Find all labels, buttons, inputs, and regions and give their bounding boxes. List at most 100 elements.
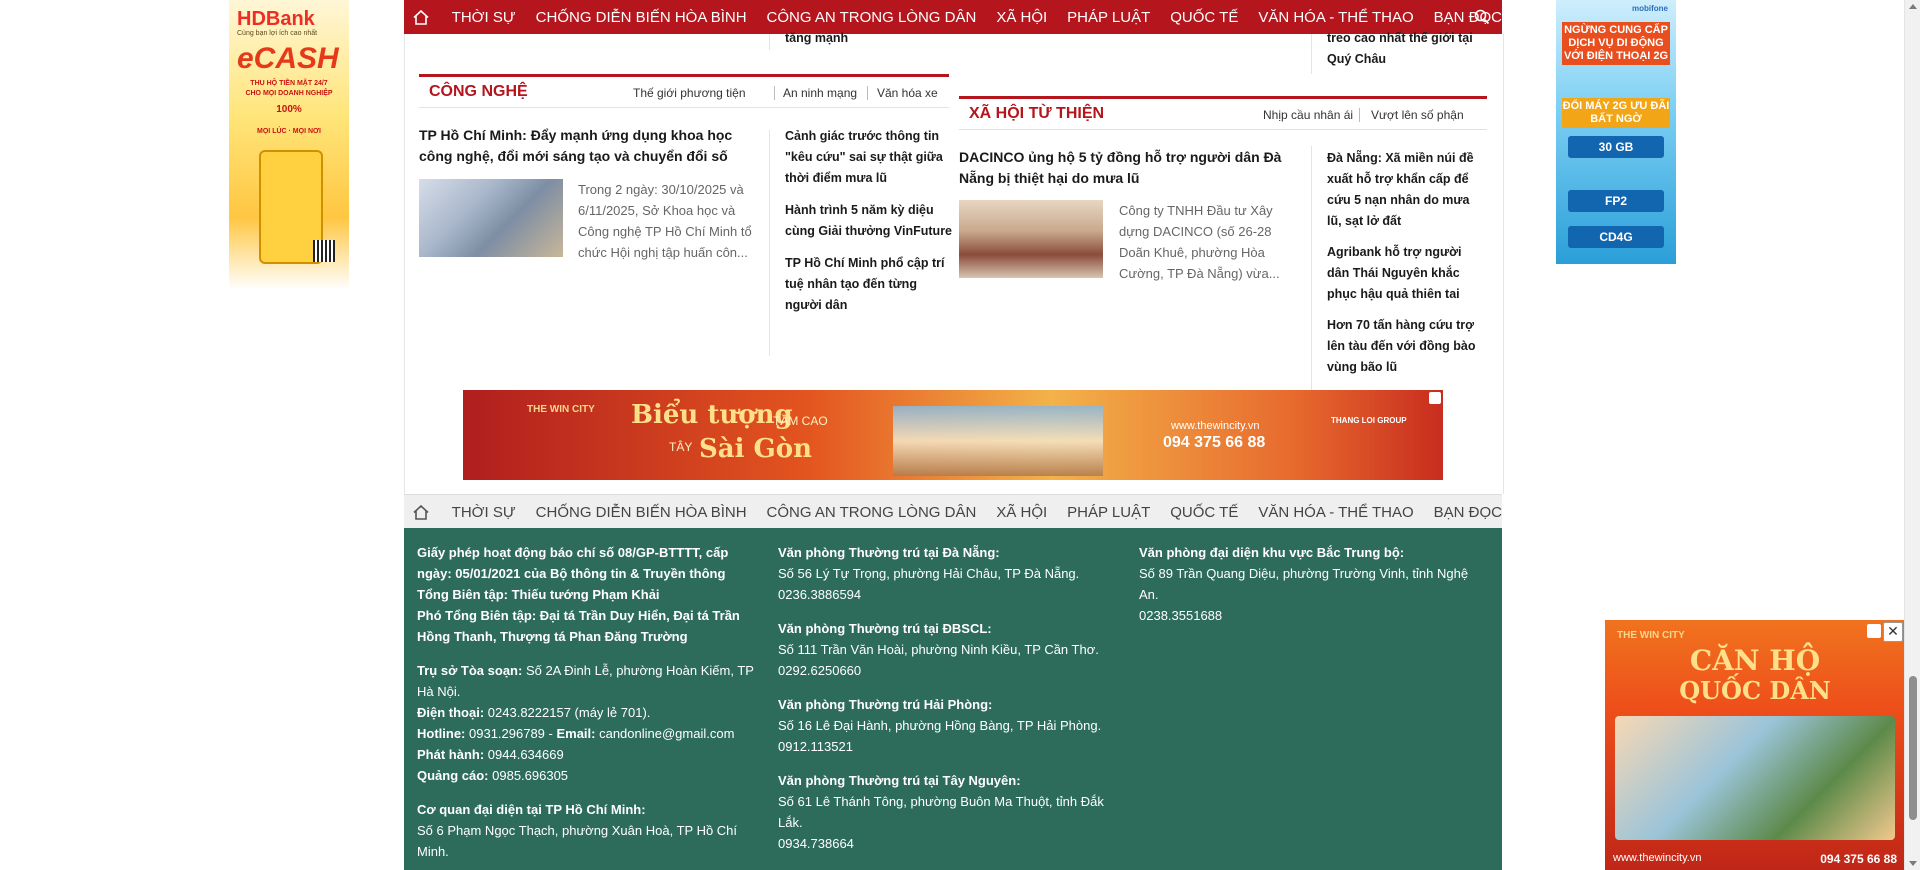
scroll-up-icon[interactable] — [1909, 4, 1917, 9]
nav-item-van-hoa[interactable]: VĂN HÓA - THỂ THAO — [1258, 9, 1413, 26]
footer-col-offices: Văn phòng Thường trú tại Đà Nẵng: Số 56 … — [778, 542, 1123, 854]
article-link[interactable]: Cảnh giác trước thông tin "kêu cứu" sai … — [785, 126, 945, 189]
nav-item-thoi-su[interactable]: THỜI SỰ — [452, 504, 516, 521]
ad-headline: QUỐC DÂN — [1679, 676, 1831, 705]
nav-item-ban-doc[interactable]: BẠN ĐỌC — [1434, 9, 1502, 26]
divider — [1359, 108, 1360, 122]
office-address: Số 89 Trần Quang Diệu, phường Trường Vin… — [1139, 566, 1469, 602]
home-icon[interactable] — [410, 495, 432, 529]
adchoices-icon[interactable] — [1429, 392, 1441, 404]
article-link[interactable]: Đà Nẵng: Xã miền núi đề xuất hỗ trợ khẩn… — [1327, 148, 1487, 232]
ad-slogan-small: TẦM CAO — [773, 414, 828, 428]
qr-code-icon — [313, 240, 335, 262]
article-thumbnail[interactable] — [959, 200, 1103, 278]
hdbank-ad[interactable]: HDBank Cùng bạn lợi ích cao nhất eCASH T… — [229, 0, 349, 290]
office-title: Văn phòng Thường trú Hải Phòng: — [778, 697, 993, 712]
nav-item-thoi-su[interactable]: THỜI SỰ — [452, 9, 516, 26]
footer-col-main: Giấy phép hoạt động báo chí số 08/GP-BTT… — [417, 542, 762, 862]
ad-slogan-small: TÂY — [669, 440, 693, 454]
subcategory-link[interactable]: An ninh mạng — [783, 86, 857, 100]
footer-label: Quảng cáo: — [417, 768, 489, 783]
close-icon[interactable]: ✕ — [1883, 622, 1903, 642]
footer-col-north-central: Văn phòng đại diện khu vực Bắc Trung bộ:… — [1139, 542, 1484, 626]
ad-plan: FP2 — [1568, 190, 1664, 212]
footer-hotline: Hotline: 0931.296789 - Email: candonline… — [417, 723, 762, 744]
section-title[interactable]: CÔNG NGHỆ — [429, 83, 528, 101]
article-link[interactable]: treo cao nhất thế giới tại Quý Châu — [1327, 28, 1487, 70]
office-address: Số 61 Lê Thánh Tông, phường Buôn Ma Thuộ… — [778, 794, 1104, 830]
nav-item-xa-hoi[interactable]: XÃ HỘI — [996, 504, 1047, 521]
family-image — [1615, 716, 1895, 840]
nav-item-xa-hoi[interactable]: XÃ HỘI — [996, 9, 1047, 26]
ad-logo: THE WIN CITY — [527, 404, 595, 415]
site-footer: Giấy phép hoạt động báo chí số 08/GP-BTT… — [404, 528, 1502, 870]
ad-line: THU HỘ TIỀN MẶT 24/7 — [250, 80, 328, 87]
ad-group: THANG LOI GROUP — [1331, 416, 1407, 425]
home-icon[interactable] — [410, 0, 432, 34]
mobifone-ad[interactable]: mobifone NGỪNG CUNG CẤP DỊCH VỤ DI ĐỘNG … — [1556, 0, 1676, 264]
nav-item-quoc-te[interactable]: QUỐC TẾ — [1170, 504, 1238, 521]
section-title[interactable]: XÃ HỘI TỪ THIỆN — [969, 105, 1104, 123]
nav-item-chong-dien-bien[interactable]: CHỐNG DIỄN BIẾN HÒA BÌNH — [536, 9, 747, 26]
article-thumbnail[interactable] — [419, 179, 563, 257]
footer-value: 0243.8222157 (máy lẻ 701). — [484, 705, 651, 720]
wincity-floating-ad[interactable]: THE WIN CITY CĂN HỘ QUỐC DÂN www.thewinc… — [1605, 620, 1905, 870]
nav-item-ban-doc[interactable]: BẠN ĐỌC — [1434, 504, 1502, 521]
footer-distribution: Phát hành: 0944.634669 — [417, 744, 762, 765]
nav-item-van-hoa[interactable]: VĂN HÓA - THỂ THAO — [1258, 504, 1413, 521]
nav-item-phap-luat[interactable]: PHÁP LUẬT — [1067, 9, 1150, 26]
divider — [769, 130, 770, 356]
office-title: Văn phòng đại diện khu vực Bắc Trung bộ: — [1139, 545, 1405, 560]
article-link[interactable]: tăng mạnh — [785, 28, 945, 49]
footer-hcm-office-title: Cơ quan đại diện tại TP Hồ Chí Minh: — [417, 802, 646, 817]
office-phone: 0292.6250660 — [778, 663, 862, 678]
footer-deputy-editors: Phó Tổng Biên tập: Đại tá Trần Duy Hiển,… — [417, 608, 740, 644]
search-icon[interactable] — [1474, 9, 1490, 30]
page-scrollbar[interactable] — [1904, 0, 1920, 870]
article-link[interactable]: TP Hồ Chí Minh phổ cập trí tuệ nhân tạo … — [785, 253, 945, 316]
footer-label: Điện thoại: — [417, 705, 485, 720]
ad-brand: HDBank — [237, 8, 315, 30]
nav-item-chong-dien-bien[interactable]: CHỐNG DIỄN BIẾN HÒA BÌNH — [536, 504, 747, 521]
article-summary: Công ty TNHH Đầu tư Xây dựng DACINCO (số… — [1119, 203, 1280, 281]
ad-website: www.thewincity.vn — [1613, 852, 1702, 864]
subcategory-link[interactable]: Văn hóa xe — [877, 86, 938, 100]
footer-editor: Tổng Biên tập: Thiếu tướng Phạm Khải — [417, 587, 660, 602]
subcategory-link[interactable]: Thế giới phương tiện — [633, 86, 746, 100]
footer-email-link[interactable]: candonline@gmail.com — [595, 726, 734, 741]
section-header-xa-hoi-tu-thien: XÃ HỘI TỪ THIỆN Nhịp cầu nhân ái Vượt lê… — [959, 96, 1487, 130]
nav-item-cong-an[interactable]: CÔNG AN TRONG LÒNG DÂN — [767, 504, 977, 521]
divider — [774, 86, 775, 100]
nav-item-quoc-te[interactable]: QUỐC TẾ — [1170, 9, 1238, 26]
ad-logo: THE WIN CITY — [1617, 630, 1685, 641]
footer-label: Trụ sở Tòa soạn: — [417, 663, 523, 678]
adchoices-icon[interactable] — [1867, 624, 1881, 638]
subcategory-link[interactable]: Vượt lên số phận — [1371, 108, 1464, 122]
subcategory-link[interactable]: Nhịp cầu nhân ái — [1263, 108, 1353, 122]
article-link[interactable]: Agribank hỗ trợ người dân Thái Nguyên kh… — [1327, 242, 1487, 305]
article-link[interactable]: Hành trình 5 năm kỳ diệu cùng Giải thưởn… — [785, 200, 965, 242]
nav-item-cong-an[interactable]: CÔNG AN TRONG LÒNG DÂN — [767, 9, 977, 26]
scroll-thumb[interactable] — [1909, 676, 1917, 820]
office-phone: 0236.3886594 — [778, 587, 862, 602]
office-address: Số 56 Lý Tự Trọng, phường Hải Châu, TP Đ… — [778, 566, 1080, 581]
ad-brand-sub: Cùng bạn lợi ích cao nhất — [237, 30, 318, 37]
footer-label: Email: — [556, 726, 596, 741]
ad-website: www.thewincity.vn — [1171, 420, 1260, 432]
wincity-banner-ad[interactable]: THE WIN CITY Biểu tượng TẦM CAO TÂY Sài … — [463, 390, 1443, 480]
ad-headline: NGỪNG CUNG CẤP DỊCH VỤ DI ĐỘNG VỚI ĐIỆN … — [1562, 22, 1670, 65]
nav-item-phap-luat[interactable]: PHÁP LUẬT — [1067, 504, 1150, 521]
footer-label: Hotline: — [417, 726, 466, 741]
ad-headline: CĂN HỘ — [1689, 644, 1821, 677]
footer-label: Phát hành: — [417, 747, 485, 762]
article-link[interactable]: Hơn 70 tấn hàng cứu trợ lên tàu đến với … — [1327, 315, 1487, 378]
featured-headline[interactable]: TP Hồ Chí Minh: Đẩy mạnh ứng dụng khoa h… — [419, 125, 759, 167]
ad-hotline: 094 375 66 88 — [1163, 434, 1266, 451]
scroll-down-icon[interactable] — [1909, 861, 1917, 866]
office-phone: 0238.3551688 — [1139, 608, 1223, 623]
ad-line: MỌI LÚC · MỌI NƠI — [257, 128, 321, 135]
office-phone: 0934.738664 — [778, 836, 854, 851]
footer-nav: THỜI SỰ CHỐNG DIỄN BIẾN HÒA BÌNH CÔNG AN… — [404, 494, 1502, 529]
featured-headline[interactable]: DACINCO ủng hộ 5 tỷ đồng hỗ trợ người dâ… — [959, 147, 1299, 189]
ad-sub: ĐỔI MÁY 2G ƯU ĐÃI BẤT NGỜ — [1562, 98, 1670, 128]
